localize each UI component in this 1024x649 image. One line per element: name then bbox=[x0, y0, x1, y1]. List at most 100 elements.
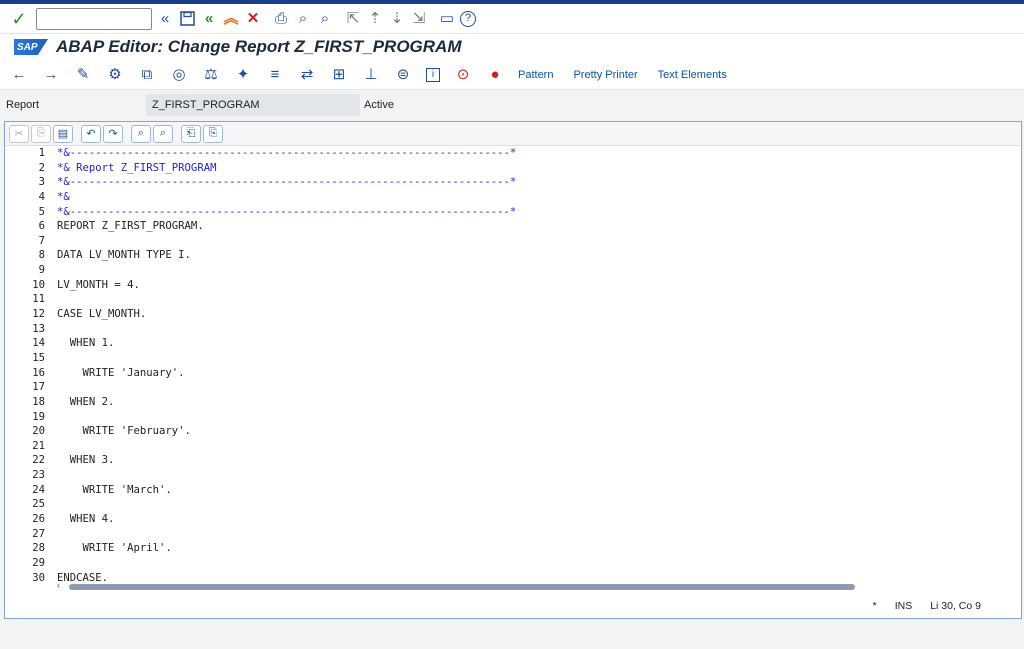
save-icon[interactable] bbox=[178, 10, 196, 28]
command-field[interactable] bbox=[36, 7, 152, 30]
code-line[interactable]: *&--------------------------------------… bbox=[57, 146, 1021, 161]
pattern-button[interactable]: Pattern bbox=[518, 69, 553, 81]
active-inactive-icon[interactable]: ⚙ bbox=[106, 66, 124, 84]
application-toolbar: ← → ✎ ⚙ ⧉ ◎ ⚖ ✦ ≡ ⇄ ⊞ ⊥ ⊜ i ⊙ ● Pattern … bbox=[0, 60, 1024, 90]
check-syntax-icon[interactable]: ◎ bbox=[170, 66, 188, 84]
code-line[interactable] bbox=[57, 527, 1021, 542]
editor-status-bar: * INS Li 30, Co 9 bbox=[5, 594, 1021, 618]
test-icon[interactable]: ✦ bbox=[234, 66, 252, 84]
code-line[interactable]: WRITE 'April'. bbox=[57, 541, 1021, 556]
status-label: Active bbox=[364, 99, 394, 111]
code-line[interactable]: DATA LV_MONTH TYPE I. bbox=[57, 248, 1021, 263]
help-icon[interactable]: ? bbox=[460, 10, 476, 27]
code-line[interactable] bbox=[57, 380, 1021, 395]
next-page-icon[interactable]: ⇣ bbox=[388, 10, 406, 28]
code-line[interactable] bbox=[57, 556, 1021, 571]
line-number: 22 bbox=[32, 454, 45, 467]
prev-page-icon[interactable]: ⇡ bbox=[366, 10, 384, 28]
find-icon[interactable]: ⌕ bbox=[294, 10, 312, 28]
code-line[interactable]: WRITE 'March'. bbox=[57, 483, 1021, 498]
back-double-icon[interactable]: « bbox=[156, 10, 174, 28]
paste-icon[interactable]: ▤ bbox=[53, 124, 73, 143]
code-line[interactable] bbox=[57, 351, 1021, 366]
code-line[interactable] bbox=[57, 292, 1021, 307]
code-line[interactable]: *&--------------------------------------… bbox=[57, 205, 1021, 220]
search-next-icon[interactable]: ⌕ bbox=[153, 124, 173, 143]
text-elements-button[interactable]: Text Elements bbox=[658, 69, 727, 81]
line-number: 27 bbox=[32, 527, 45, 540]
activate-icon[interactable]: ⚖ bbox=[202, 66, 220, 84]
line-number: 25 bbox=[32, 498, 45, 511]
exit-icon[interactable]: ︽ bbox=[222, 10, 240, 28]
code-line[interactable] bbox=[57, 468, 1021, 483]
line-number: 28 bbox=[32, 542, 45, 555]
line-number: 7 bbox=[38, 234, 45, 247]
code-line[interactable]: LV_MONTH = 4. bbox=[57, 278, 1021, 293]
block-buffer-icon[interactable]: ⎗ bbox=[181, 124, 201, 143]
horizontal-scrollbar[interactable]: ‹ bbox=[57, 580, 857, 591]
insert-block-icon[interactable]: ⎘ bbox=[203, 124, 223, 143]
print-icon[interactable]: ⎙ bbox=[272, 10, 290, 28]
undo-icon[interactable]: ↶ bbox=[81, 124, 101, 143]
pretty-printer-button[interactable]: Pretty Printer bbox=[573, 69, 637, 81]
code-line[interactable]: WHEN 3. bbox=[57, 453, 1021, 468]
breakpoint-external-icon[interactable]: ● bbox=[486, 66, 504, 84]
code-line[interactable] bbox=[57, 497, 1021, 512]
page-title: ABAP Editor: Change Report Z_FIRST_PROGR… bbox=[56, 37, 462, 56]
code-line[interactable]: WHEN 2. bbox=[57, 395, 1021, 410]
code-line[interactable]: *& bbox=[57, 190, 1021, 205]
find-next-icon[interactable]: ⌕ bbox=[316, 10, 334, 28]
copy-icon[interactable]: ⎘ bbox=[31, 124, 51, 143]
last-page-icon[interactable]: ⇲ bbox=[410, 10, 428, 28]
first-page-icon[interactable]: ⇱ bbox=[344, 10, 362, 28]
code-line[interactable] bbox=[57, 410, 1021, 425]
cancel-icon[interactable]: ✕ bbox=[244, 10, 262, 28]
code-line[interactable]: *& Report Z_FIRST_PROGRAM bbox=[57, 161, 1021, 176]
new-session-icon[interactable]: ▭ bbox=[438, 10, 456, 28]
code-lines[interactable]: *&--------------------------------------… bbox=[57, 146, 1021, 585]
back-green-icon[interactable]: « bbox=[200, 10, 218, 28]
enter-check-icon[interactable]: ✓ bbox=[10, 10, 28, 28]
sap-logo: SAP bbox=[14, 39, 48, 55]
line-number: 15 bbox=[32, 351, 45, 364]
hierarchy-icon[interactable]: ⊥ bbox=[362, 66, 380, 84]
display-change-icon[interactable]: ✎ bbox=[74, 66, 92, 84]
line-number: 17 bbox=[32, 381, 45, 394]
line-number: 19 bbox=[32, 410, 45, 423]
cut-icon[interactable]: ✂ bbox=[9, 124, 29, 143]
line-number: 11 bbox=[32, 293, 45, 306]
where-used-icon[interactable]: ≡ bbox=[266, 66, 284, 84]
code-line[interactable]: WHEN 4. bbox=[57, 512, 1021, 527]
forward-arrow-icon[interactable]: → bbox=[42, 66, 60, 84]
object-list-icon[interactable]: ⇄ bbox=[298, 66, 316, 84]
line-number: 4 bbox=[38, 190, 45, 203]
code-line[interactable]: WHEN 1. bbox=[57, 336, 1021, 351]
scroll-left-icon[interactable]: ‹ bbox=[57, 580, 60, 590]
code-line[interactable]: WRITE 'February'. bbox=[57, 424, 1021, 439]
navigation-window-icon[interactable]: ⊞ bbox=[330, 66, 348, 84]
line-number: 23 bbox=[32, 469, 45, 482]
code-area[interactable]: 1 2 3 4 5 6 7 8 9 10 11 12 13 14 15 16 17 18 19 20 21 22 23 24 2… bbox=[5, 146, 1021, 586]
cursor-position: Li 30, Co 9 bbox=[930, 600, 981, 612]
scrollbar-thumb[interactable] bbox=[69, 584, 855, 590]
code-line[interactable]: WRITE 'January'. bbox=[57, 366, 1021, 381]
code-line[interactable]: REPORT Z_FIRST_PROGRAM. bbox=[57, 219, 1021, 234]
code-line[interactable] bbox=[57, 263, 1021, 278]
search-icon[interactable]: ⌕ bbox=[131, 124, 151, 143]
code-line[interactable] bbox=[57, 234, 1021, 249]
code-line[interactable]: *&--------------------------------------… bbox=[57, 175, 1021, 190]
line-number: 3 bbox=[38, 176, 45, 189]
redo-icon[interactable]: ↷ bbox=[103, 124, 123, 143]
insert-mode: INS bbox=[894, 600, 913, 612]
other-object-icon[interactable]: ⧉ bbox=[138, 66, 156, 84]
code-line[interactable] bbox=[57, 439, 1021, 454]
back-arrow-icon[interactable]: ← bbox=[10, 66, 28, 84]
breakpoint-session-icon[interactable]: ⊙ bbox=[454, 66, 472, 84]
line-number: 1 bbox=[38, 147, 45, 159]
line-number: 16 bbox=[32, 366, 45, 379]
code-line[interactable] bbox=[57, 322, 1021, 337]
enhance-icon[interactable]: ⊜ bbox=[394, 66, 412, 84]
line-number: 10 bbox=[32, 278, 45, 291]
code-line[interactable]: CASE LV_MONTH. bbox=[57, 307, 1021, 322]
info-icon[interactable]: i bbox=[426, 67, 440, 82]
